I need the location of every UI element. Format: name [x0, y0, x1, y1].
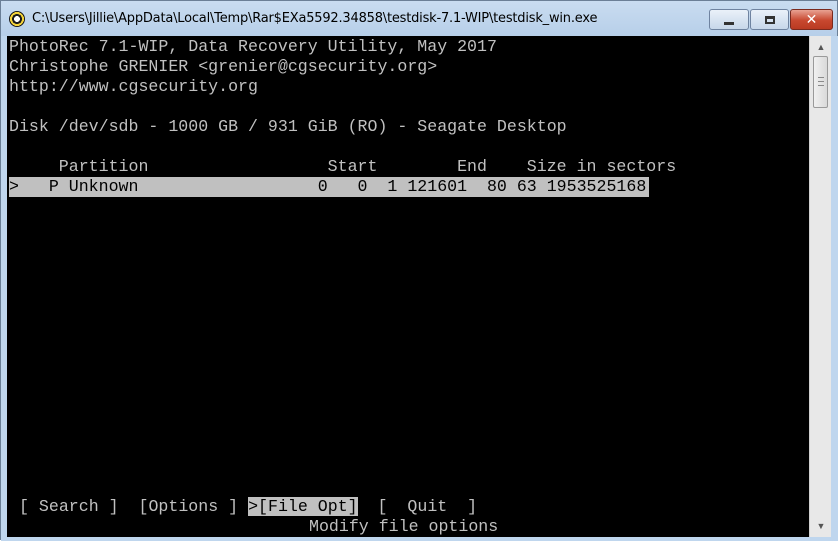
minimize-button[interactable]: [709, 9, 749, 30]
close-icon: ✕: [805, 11, 818, 28]
app-version-line: PhotoRec 7.1-WIP, Data Recovery Utility,…: [9, 37, 497, 56]
window-frame-bottom: [1, 537, 838, 541]
menu-options[interactable]: [Options ]: [139, 497, 239, 516]
menu-bar: [ Search ] [Options ] >[File Opt] [ Quit…: [19, 497, 477, 517]
close-button[interactable]: ✕: [790, 9, 833, 30]
author-line: Christophe GRENIER <grenier@cgsecurity.o…: [9, 57, 438, 76]
window-frame-right: [831, 36, 838, 540]
menu-quit[interactable]: [ Quit ]: [378, 497, 478, 516]
console-window: C:\Users\Jillie\AppData\Local\Temp\Rar$E…: [0, 0, 838, 541]
menu-hint: Modify file options: [309, 517, 499, 536]
title-bar[interactable]: C:\Users\Jillie\AppData\Local\Temp\Rar$E…: [1, 1, 837, 36]
menu-file-opt[interactable]: >[File Opt]: [248, 497, 358, 516]
partition-row-text: > P Unknown 0 0 1 121601 80 63 195352516…: [9, 177, 647, 196]
maximize-icon: [764, 15, 775, 24]
scroll-thumb[interactable]: [813, 56, 828, 108]
scroll-up-icon[interactable]: ▲: [810, 38, 832, 56]
thumb-grip-line: [818, 77, 824, 78]
maximize-button[interactable]: [750, 9, 789, 30]
minimize-icon: [724, 21, 734, 25]
disk-info-line: Disk /dev/sdb - 1000 GB / 931 GiB (RO) -…: [9, 117, 567, 136]
menu-search[interactable]: [ Search ]: [19, 497, 119, 516]
testdisk-app-icon[interactable]: [9, 11, 25, 27]
partition-table-header: Partition Start End Size in sectors: [9, 157, 677, 176]
thumb-grip-line: [818, 81, 824, 82]
scroll-down-icon[interactable]: ▼: [810, 517, 832, 535]
partition-row-selected[interactable]: > P Unknown 0 0 1 121601 80 63 195352516…: [9, 177, 649, 197]
website-line: http://www.cgsecurity.org: [9, 77, 258, 96]
console-area[interactable]: PhotoRec 7.1-WIP, Data Recovery Utility,…: [7, 36, 809, 537]
thumb-grip-line: [818, 85, 824, 86]
window-title: C:\Users\Jillie\AppData\Local\Temp\Rar$E…: [32, 11, 598, 26]
vertical-scrollbar[interactable]: ▲ ▼: [809, 36, 832, 537]
